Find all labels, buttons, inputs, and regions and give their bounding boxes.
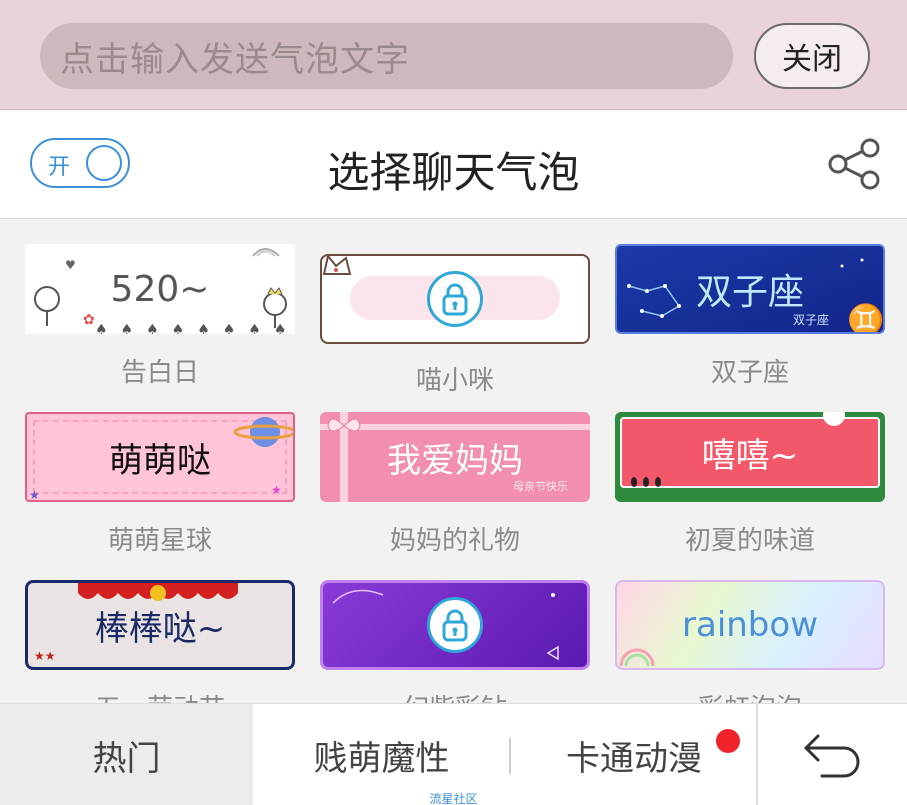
tab-separator bbox=[509, 738, 511, 774]
watermark: 流星社区 bbox=[429, 792, 478, 805]
bubble-item-shuangzizuo[interactable]: ♊ 双子座 双子座 双子座 bbox=[615, 244, 885, 389]
bubble-item-mengmengxingqiu[interactable]: ★ ★ 萌萌哒 萌萌星球 bbox=[25, 412, 295, 557]
bubble-label: 彩虹泡泡 bbox=[615, 688, 885, 703]
bubble-text: 萌萌哒 bbox=[109, 440, 211, 481]
bubble-label: 初夏的味道 bbox=[684, 526, 815, 556]
bubble-item-chuxiadeweidao[interactable]: 嘻嘻~ 初夏的味道 bbox=[615, 412, 885, 557]
bubble-text: 棒棒哒~ bbox=[94, 608, 226, 649]
bubble-preview: ♥ ✿ ♠♠♠♠♠♠♠♠ 520~ bbox=[25, 244, 295, 334]
input-placeholder: 点击输入发送气泡文字 bbox=[60, 39, 410, 80]
bubble-preview: ♊ 双子座 双子座 bbox=[615, 244, 885, 334]
bubble-preview: rainbow bbox=[615, 580, 885, 670]
new-badge bbox=[716, 729, 740, 753]
bubble-label: 妈妈的礼物 bbox=[389, 526, 520, 556]
close-button[interactable]: 关闭 bbox=[754, 23, 870, 89]
lock-icon bbox=[427, 271, 483, 327]
bubble-subtext: 双子座 bbox=[792, 313, 829, 327]
bubble-item-gaobairi[interactable]: ♥ ✿ ♠♠♠♠♠♠♠♠ 520~ 告白日 bbox=[25, 244, 295, 389]
bubble-preview bbox=[320, 254, 590, 344]
bubble-item-caihongpaopao[interactable]: rainbow 彩虹泡泡 bbox=[615, 580, 885, 703]
bubble-text: 嘻嘻~ bbox=[701, 435, 799, 476]
bubble-label: 萌萌星球 bbox=[107, 526, 212, 556]
bubble-preview bbox=[320, 580, 590, 670]
bubble-item-huanzicaizuan[interactable]: 幻紫彩钻 bbox=[320, 580, 590, 703]
bubble-label: 幻紫彩钻 bbox=[320, 688, 590, 703]
bubble-label: 喵小咪 bbox=[415, 366, 494, 396]
bubble-item-miaoxiaomi[interactable]: 喵小咪 bbox=[320, 244, 590, 397]
bubble-subtext: 母亲节快乐 bbox=[513, 480, 568, 493]
lock-icon bbox=[427, 597, 483, 653]
bubble-text: 双子座 bbox=[695, 272, 804, 313]
bubble-input-bar: 点击输入发送气泡文字 关闭 bbox=[0, 0, 907, 110]
bubble-preview: ★★ 棒棒哒~ bbox=[25, 580, 295, 670]
bubble-item-wuyilaodongjie[interactable]: ★★ 棒棒哒~ 五一劳动节 bbox=[25, 580, 295, 703]
bubble-text: 520~ bbox=[110, 268, 210, 310]
bubble-item-mamadeliwu[interactable]: 我爱妈妈 母亲节快乐 妈妈的礼物 bbox=[320, 412, 590, 557]
bubble-preview: ★ ★ 萌萌哒 bbox=[25, 412, 295, 502]
back-arrow-icon[interactable] bbox=[800, 728, 866, 780]
share-icon[interactable] bbox=[826, 136, 882, 192]
bubble-label: 五一劳动节 bbox=[25, 688, 295, 703]
bubble-grid: ♥ ✿ ♠♠♠♠♠♠♠♠ 520~ 告白日 喵小咪 ♊ 双子座 双子座 双子座 … bbox=[0, 220, 907, 703]
bubble-preview: 嘻嘻~ bbox=[615, 412, 885, 502]
bubble-label: 告白日 bbox=[120, 358, 199, 388]
header: 开 选择聊天气泡 bbox=[0, 111, 907, 219]
bubble-preview: 我爱妈妈 母亲节快乐 bbox=[320, 412, 590, 502]
bubble-text-input[interactable]: 点击输入发送气泡文字 bbox=[40, 23, 733, 89]
bubble-label: 双子座 bbox=[710, 358, 789, 388]
bubble-text: rainbow bbox=[682, 605, 818, 645]
page-title: 选择聊天气泡 bbox=[327, 148, 580, 197]
